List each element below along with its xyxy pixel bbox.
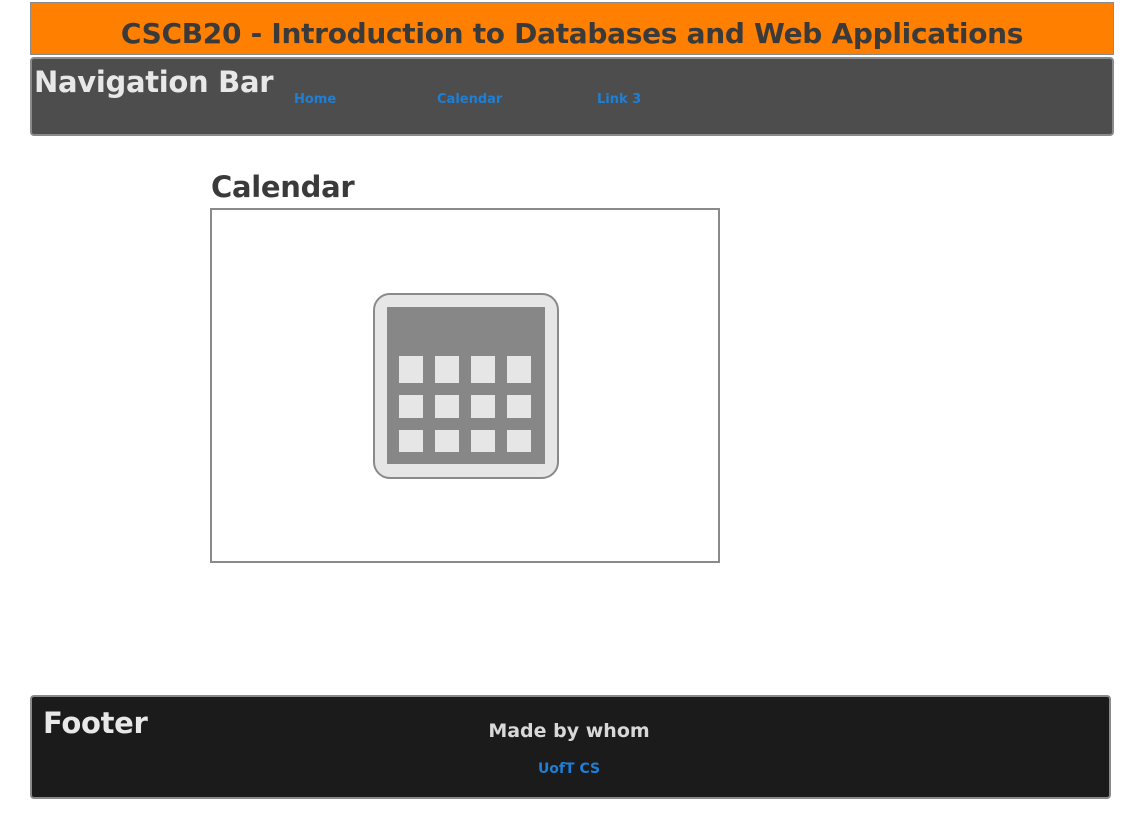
nav-link-3[interactable]: Link 3 xyxy=(597,92,641,107)
site-title: CSCB20 - Introduction to Databases and W… xyxy=(120,17,1024,50)
page: CSCB20 - Introduction to Databases and W… xyxy=(0,0,1134,819)
footer-link-uoft-cs[interactable]: UofT CS xyxy=(2,761,1134,777)
nav-link-calendar[interactable]: Calendar xyxy=(437,92,502,107)
footer-credit: Made by whom xyxy=(488,720,650,742)
navigation-bar: Navigation Bar Home Calendar Link 3 xyxy=(30,57,1114,136)
calendar-icon xyxy=(373,293,559,479)
site-footer: Footer Made by whom UofT CS xyxy=(30,695,1111,799)
site-header: CSCB20 - Introduction to Databases and W… xyxy=(30,2,1114,55)
calendar-image-frame xyxy=(210,208,720,563)
page-title: Calendar xyxy=(211,170,355,204)
navigation-bar-title: Navigation Bar xyxy=(34,65,274,99)
nav-link-home[interactable]: Home xyxy=(294,92,336,107)
